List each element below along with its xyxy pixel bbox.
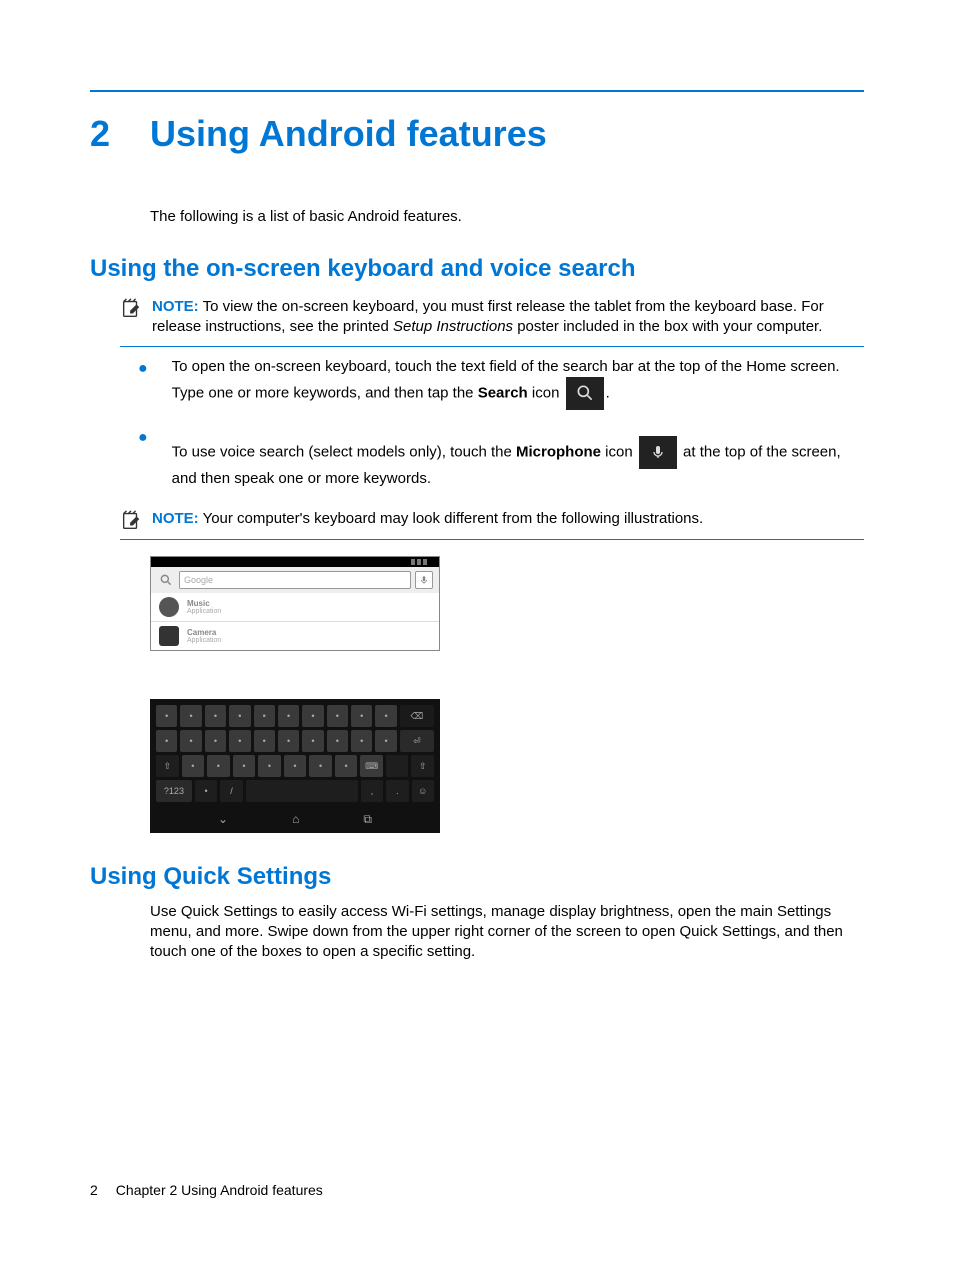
search-screenshot: Google Music Application Camera Applicat… [150,556,440,651]
intro-text: The following is a list of basic Android… [150,207,864,227]
microphone-icon [639,436,677,469]
kbd-key: • [156,705,177,727]
nav-home-icon: ⌂ [292,811,299,827]
page-footer: 2 Chapter 2 Using Android features [90,1181,323,1200]
kbd-key: • [302,705,323,727]
kbd-key: • [254,730,275,752]
item-subtitle: Application [187,608,221,615]
search-bar: Google [151,567,439,593]
search-icon [566,377,604,410]
kbd-key-backspace: ⌫ [400,705,434,727]
kbd-key: • [180,705,201,727]
item-subtitle: Application [187,637,221,644]
kbd-key: • [327,730,348,752]
bullet-item-1: ● To open the on-screen keyboard, touch … [138,357,864,418]
chapter-number: 2 [90,110,110,159]
note-label: NOTE: [152,298,199,315]
note1-text-b: poster included in the box with your com… [513,318,822,335]
kbd-key: ⇧ [411,755,434,777]
status-bar [151,557,439,567]
page-number: 2 [90,1181,98,1200]
kbd-key: ⌨ [360,755,383,777]
kbd-key: . [386,780,408,802]
kbd-key: • [195,780,217,802]
bullet1-bold: Search [478,384,528,401]
bullet2-a: To use voice search (select models only)… [172,443,516,460]
bullet2-b: icon [601,443,637,460]
footer-label: Chapter 2 Using Android features [116,1182,323,1198]
kbd-key: , [361,780,383,802]
kbd-key: • [233,755,256,777]
keyboard-screenshot: ••••••••••⌫ ••••••••••⏎ ⇧•••••••⌨⇧ ?123•… [150,699,440,833]
note2-text: Your computer's keyboard may look differ… [203,510,704,527]
kbd-key: / [220,780,242,802]
kbd-key-sym: ?123 [156,780,192,802]
item-title: Music [187,600,221,608]
bullet-dot-icon: ● [138,426,148,497]
kbd-key: • [284,755,307,777]
bullet-list: ● To open the on-screen keyboard, touch … [138,357,864,498]
kbd-key: • [302,730,323,752]
note-block-1: NOTE: To view the on-screen keyboard, yo… [120,293,864,347]
search-icon [157,571,175,589]
bullet1-b: icon [528,384,564,401]
note-block-2: NOTE: Your computer's keyboard may look … [120,505,864,540]
kbd-key: • [375,730,396,752]
kbd-key-space [246,780,358,802]
nav-bar: ⌄ ⌂ ⧉ [156,805,434,831]
kbd-key: ☺ [412,780,434,802]
kbd-key-enter: ⏎ [400,730,434,752]
note-label: NOTE: [152,510,199,527]
kbd-key: • [278,705,299,727]
kbd-key: • [258,755,281,777]
kbd-key: • [180,730,201,752]
app-icon [159,626,179,646]
kbd-key: • [182,755,205,777]
kbd-key: • [254,705,275,727]
list-item: Music Application [151,593,439,621]
bullet2-bold: Microphone [516,443,601,460]
bullet-item-2: ● To use voice search (select models onl… [138,426,864,497]
top-rule [90,90,864,92]
app-icon [159,597,179,617]
search-input: Google [179,571,411,589]
microphone-icon [415,571,433,589]
chapter-title: 2 Using Android features [90,110,864,159]
kbd-key: • [327,705,348,727]
note-icon [120,509,146,531]
kbd-key: • [229,705,250,727]
kbd-key: • [156,730,177,752]
section-quick-heading: Using Quick Settings [90,861,864,893]
bullet1-c: . [606,384,610,401]
item-title: Camera [187,629,221,637]
kbd-key: • [229,730,250,752]
section-keyboard-heading: Using the on-screen keyboard and voice s… [90,253,864,285]
note1-em: Setup Instructions [393,318,513,335]
kbd-key: • [309,755,332,777]
chapter-title-text: Using Android features [150,113,547,154]
kbd-key-shift: ⇧ [156,755,179,777]
kbd-key [386,755,409,777]
bullet-dot-icon: ● [138,357,148,418]
list-item: Camera Application [151,621,439,650]
kbd-key: • [278,730,299,752]
kbd-key: • [205,730,226,752]
nav-recent-icon: ⧉ [363,811,372,827]
nav-back-icon: ⌄ [218,811,228,827]
kbd-key: • [351,705,372,727]
kbd-key: • [351,730,372,752]
note-icon [120,297,146,338]
kbd-key: • [207,755,230,777]
kbd-key: • [375,705,396,727]
kbd-key: • [205,705,226,727]
kbd-key: • [335,755,358,777]
quick-settings-body: Use Quick Settings to easily access Wi-F… [150,902,864,963]
